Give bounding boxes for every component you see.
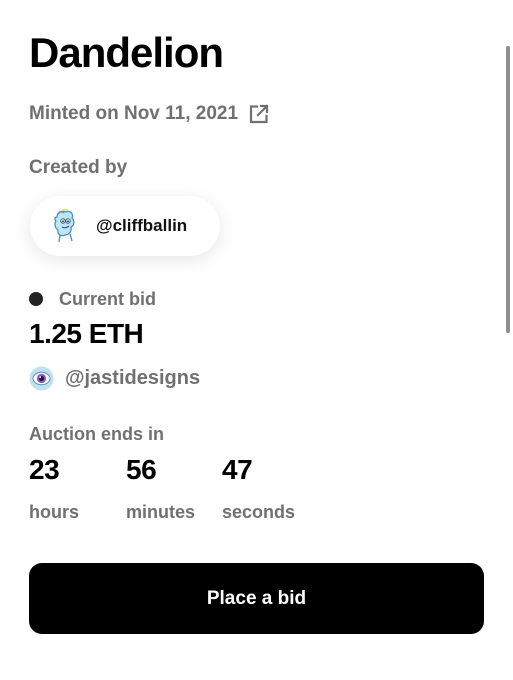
countdown-minutes-unit: minutes bbox=[126, 502, 196, 522]
minted-date-text: Minted on Nov 11, 2021 bbox=[29, 103, 239, 124]
eye-avatar-icon bbox=[29, 366, 54, 391]
creator-profile-chip[interactable]: @cliffballin bbox=[30, 196, 220, 256]
minted-info: Minted on Nov 11, 2021 bbox=[29, 100, 270, 128]
countdown-seconds-unit: seconds bbox=[222, 502, 296, 522]
artwork-title: Dandelion bbox=[29, 29, 224, 76]
countdown-seconds-value: 47 bbox=[222, 454, 253, 485]
created-by-label: Created by bbox=[29, 157, 128, 178]
place-bid-button[interactable]: Place a bid bbox=[29, 563, 484, 634]
countdown-hours-value: 23 bbox=[29, 454, 60, 485]
auction-ends-label: Auction ends in bbox=[29, 424, 164, 444]
current-bid-amount: 1.25 ETH bbox=[29, 318, 144, 349]
bidder-handle: @jastidesigns bbox=[65, 366, 201, 389]
creator-avatar bbox=[48, 208, 82, 244]
external-link-icon[interactable] bbox=[248, 103, 270, 125]
countdown-hours-unit: hours bbox=[29, 502, 80, 522]
current-bid-header: Current bid bbox=[29, 286, 156, 312]
vertical-scrollbar[interactable] bbox=[506, 46, 510, 333]
status-dot-icon bbox=[29, 292, 43, 306]
current-bid-label: Current bid bbox=[59, 288, 156, 309]
creator-handle: @cliffballin bbox=[96, 216, 188, 235]
bidder-profile-link[interactable]: @jastidesigns bbox=[29, 364, 200, 392]
countdown-minutes-value: 56 bbox=[126, 454, 157, 485]
